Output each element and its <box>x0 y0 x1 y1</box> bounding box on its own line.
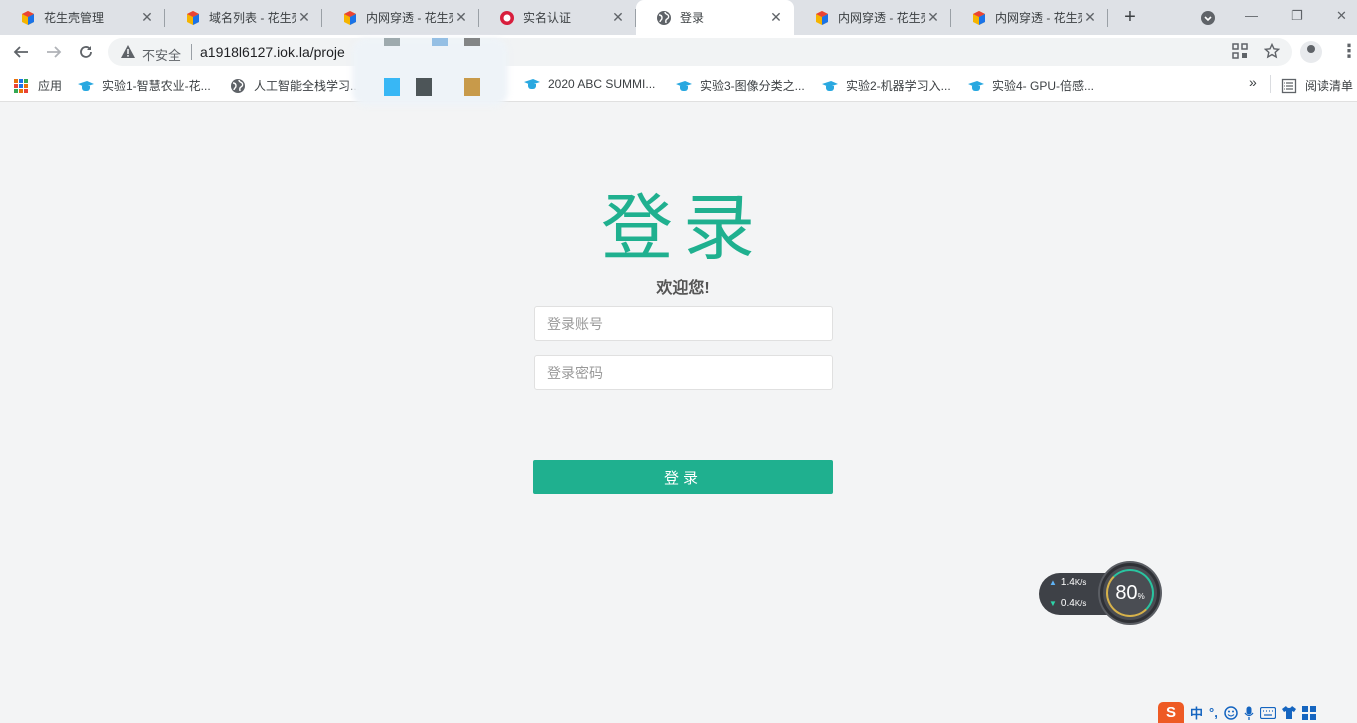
tab-title: 内网穿透 - 花生壳 <box>366 11 453 25</box>
bookmark-lab1[interactable]: 实验1-智慧农业-花... <box>78 77 211 94</box>
globe-icon <box>231 78 245 93</box>
reading-list-icon <box>1281 78 1297 93</box>
close-icon[interactable]: ✕ <box>296 9 312 26</box>
tab-intranet-1[interactable]: 内网穿透 - 花生壳 ✕ <box>322 0 479 35</box>
ime-toolbar: S 中 °, <box>1158 702 1316 723</box>
minimize-icon[interactable]: — <box>1245 8 1258 23</box>
mortarboard-icon <box>524 78 540 90</box>
qr-code-icon[interactable] <box>1232 43 1248 59</box>
tab-title: 实名认证 <box>523 11 572 25</box>
grid-menu-icon[interactable] <box>1301 705 1316 720</box>
bookmark-label: 应用 <box>38 79 63 93</box>
download-speed: ▼ 0.4K/s <box>1049 598 1087 609</box>
bookmark-apps[interactable]: 应用 <box>14 77 62 94</box>
skin-shirt-icon[interactable] <box>1281 706 1296 719</box>
redaction-block <box>464 78 480 96</box>
bookmark-label: 实验2-机器学习入... <box>846 79 951 93</box>
tab-login[interactable]: 登录 ✕ <box>636 0 794 35</box>
tab-strip: 花生壳管理 ✕ 域名列表 - 花生壳 ✕ 内网穿透 - 花生壳 ✕ 实名认证 ✕… <box>0 0 1357 35</box>
login-button[interactable]: 登录 <box>533 460 833 494</box>
gauge-value: 80 <box>1115 582 1138 604</box>
close-icon[interactable]: ✕ <box>453 9 469 26</box>
bookmark-lab3[interactable]: 实验3-图像分类之... <box>676 77 805 94</box>
forward-icon[interactable] <box>42 40 66 64</box>
bookmark-label: 人工智能全栈学习... <box>254 79 361 93</box>
ime-mode[interactable]: 中 <box>1190 703 1203 722</box>
cube-icon <box>22 10 34 25</box>
more-bookmarks-button[interactable]: » <box>1249 74 1257 90</box>
keyboard-icon[interactable] <box>1259 706 1276 719</box>
tab-title: 内网穿透 - 花生壳 <box>838 11 925 25</box>
menu-icon[interactable]: ⋮ <box>1340 41 1357 62</box>
bookmark-ai-fullstack[interactable]: 人工智能全栈学习... <box>230 77 360 94</box>
mortarboard-icon <box>78 80 94 92</box>
bookmark-label: 实验1-智慧农业-花... <box>102 79 211 93</box>
profile-avatar-icon[interactable] <box>1300 41 1322 63</box>
redaction-block <box>432 38 448 46</box>
tab-search-icon[interactable] <box>1200 10 1216 26</box>
bookmark-label: 2020 ABC SUMMI... <box>548 77 656 91</box>
warning-icon[interactable] <box>120 44 136 60</box>
tab-real-name[interactable]: 实名认证 ✕ <box>479 0 636 35</box>
close-icon[interactable]: ✕ <box>139 9 155 26</box>
reading-list-label: 阅读清单 <box>1305 79 1354 93</box>
upload-speed: ▲ 1.4K/s <box>1049 577 1087 588</box>
cube-icon <box>816 10 828 25</box>
reading-list-button[interactable]: 阅读清单 <box>1281 77 1353 94</box>
tab-huashengke-manage[interactable]: 花生壳管理 ✕ <box>0 0 165 35</box>
reload-icon[interactable] <box>74 40 98 64</box>
bookmark-label: 实验4- GPU-倍感... <box>992 79 1095 93</box>
cube-icon <box>973 10 985 25</box>
restore-icon[interactable]: ❐ <box>1291 8 1303 24</box>
address-bar[interactable]: 不安全 a1918l6127.iok.la/proje <box>108 38 1292 66</box>
bookmark-label: 实验3-图像分类之... <box>700 79 805 93</box>
login-heading: 登录 <box>600 189 765 269</box>
bookmark-abc-summit[interactable]: 2020 ABC SUMMI... <box>524 77 655 91</box>
account-input[interactable] <box>534 306 833 341</box>
password-input[interactable] <box>534 355 833 390</box>
bookmark-lab2[interactable]: 实验2-机器学习入... <box>822 77 951 94</box>
url-text[interactable]: a1918l6127.iok.la/proje <box>200 44 345 60</box>
browser-toolbar: 不安全 a1918l6127.iok.la/proje ⋮ <box>0 35 1357 69</box>
new-tab-button[interactable]: + <box>1119 6 1141 28</box>
close-icon[interactable]: ✕ <box>610 9 626 26</box>
redaction-block <box>464 38 480 46</box>
emoji-icon[interactable] <box>1224 705 1238 720</box>
tab-intranet-3[interactable]: 内网穿透 - 花生壳 ✕ <box>951 0 1108 35</box>
close-icon[interactable]: ✕ <box>768 9 784 26</box>
upload-arrow-icon: ▲ <box>1049 578 1057 587</box>
apps-icon <box>14 78 28 93</box>
cube-icon <box>344 10 356 25</box>
bookmarks-bar: 应用 实验1-智慧农业-花... 人工智能全栈学习... 2020 ABC SU… <box>0 69 1357 102</box>
close-icon[interactable]: ✕ <box>925 9 941 26</box>
tab-title: 内网穿透 - 花生壳 <box>995 11 1082 25</box>
back-icon[interactable] <box>9 40 33 64</box>
tab-domain-list[interactable]: 域名列表 - 花生壳 ✕ <box>165 0 322 35</box>
redaction-block <box>384 38 400 46</box>
memory-gauge[interactable]: 80% <box>1100 563 1160 623</box>
globe-icon <box>657 10 671 25</box>
security-label[interactable]: 不安全 <box>142 45 181 64</box>
cube-icon <box>187 10 199 25</box>
mortarboard-icon <box>822 80 838 92</box>
redaction-block <box>416 78 432 96</box>
close-icon[interactable]: ✕ <box>1082 9 1098 26</box>
red-circle-icon <box>500 10 514 25</box>
bookmark-lab4[interactable]: 实验4- GPU-倍感... <box>968 77 1094 94</box>
tab-title: 花生壳管理 <box>44 11 105 25</box>
tab-intranet-2[interactable]: 内网穿透 - 花生壳 ✕ <box>794 0 951 35</box>
window-close-icon[interactable]: ✕ <box>1336 8 1347 24</box>
tab-title: 域名列表 - 花生壳 <box>209 11 296 25</box>
mortarboard-icon <box>968 80 984 92</box>
sogou-logo-icon[interactable]: S <box>1158 702 1184 723</box>
welcome-text: 欢迎您! <box>656 280 710 297</box>
ime-punctuation[interactable]: °, <box>1209 705 1218 720</box>
tab-title: 登录 <box>680 11 705 25</box>
download-arrow-icon: ▼ <box>1049 599 1057 608</box>
microphone-icon[interactable] <box>1244 706 1254 720</box>
redaction-block <box>384 78 400 96</box>
mortarboard-icon <box>676 80 692 92</box>
bookmark-star-icon[interactable] <box>1264 43 1280 59</box>
